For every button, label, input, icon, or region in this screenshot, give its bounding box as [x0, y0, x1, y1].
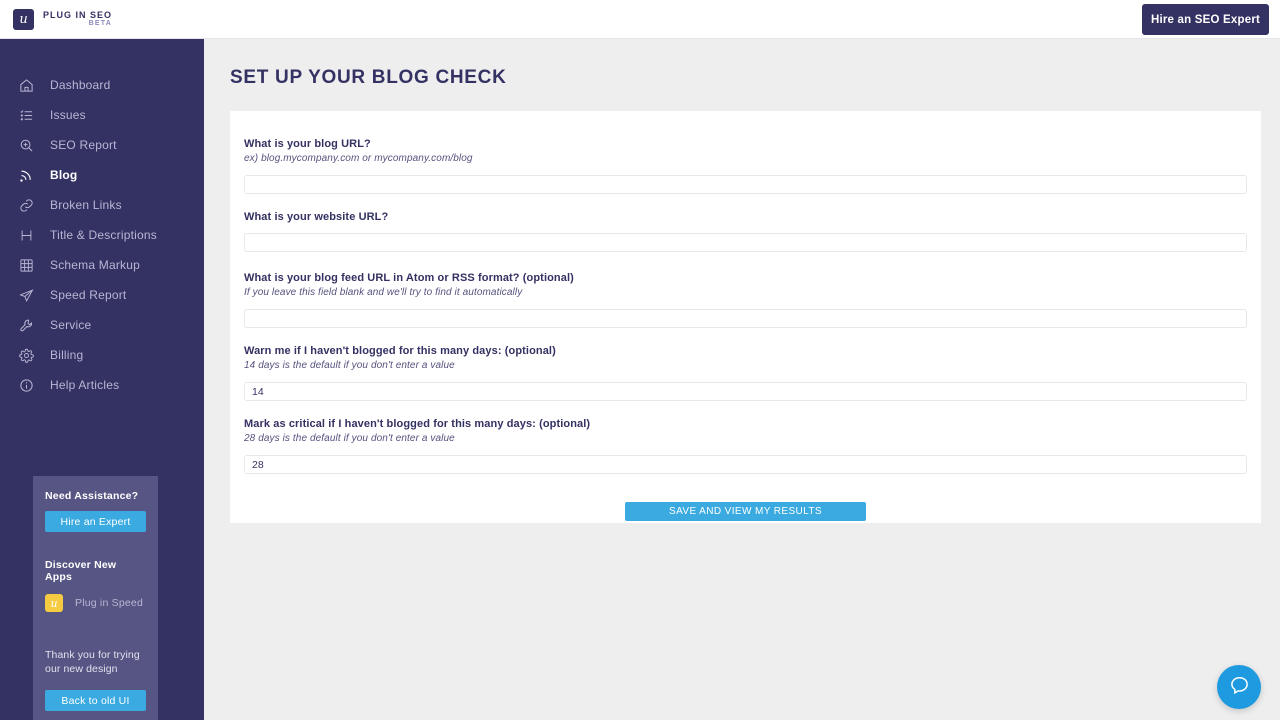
- field-blog-url: What is your blog URL? ex) blog.mycompan…: [244, 137, 1247, 194]
- sidebar-item-label: Schema Markup: [50, 258, 140, 272]
- blog-check-form: What is your blog URL? ex) blog.mycompan…: [230, 111, 1261, 521]
- sidebar-item-label: Dashboard: [50, 78, 111, 92]
- sidebar-item-label: Service: [50, 318, 92, 332]
- sidebar: Dashboard Issues SEO Report Blog Broken …: [0, 39, 204, 720]
- discover-apps-title: Discover New Apps: [45, 559, 117, 583]
- top-bar: u PLUG IN SEO BETA Hire an SEO Expert: [0, 0, 1280, 39]
- thanks-message: Thank you for trying our new design: [45, 649, 140, 675]
- field-feed-url: What is your blog feed URL in Atom or RS…: [244, 271, 1247, 328]
- sidebar-item-schema-markup[interactable]: Schema Markup: [0, 250, 204, 280]
- brand-beta-badge: BETA: [88, 20, 113, 27]
- field-hint: If you leave this field blank and we'll …: [244, 287, 523, 298]
- submit-row: SAVE AND VIEW MY RESULTS: [244, 501, 1247, 521]
- brand-logo[interactable]: u PLUG IN SEO BETA: [13, 8, 112, 30]
- field-label: Warn me if I haven't blogged for this ma…: [244, 345, 556, 357]
- hire-seo-expert-button[interactable]: Hire an SEO Expert: [1142, 4, 1269, 35]
- field-hint: 28 days is the default if you don't ente…: [244, 433, 455, 444]
- sidebar-item-label: Title & Descriptions: [50, 228, 157, 242]
- sidebar-item-service[interactable]: Service: [0, 310, 204, 340]
- brand-text: PLUG IN SEO BETA: [43, 10, 112, 28]
- sidebar-item-speed-report[interactable]: Speed Report: [0, 280, 204, 310]
- sidebar-item-label: Issues: [50, 108, 86, 122]
- blog-url-input[interactable]: [244, 175, 1247, 194]
- info-icon: [18, 377, 35, 394]
- app-item-plug-in-speed[interactable]: u Plug in Speed: [45, 594, 146, 612]
- sidebar-item-issues[interactable]: Issues: [0, 100, 204, 130]
- sidebar-item-dashboard[interactable]: Dashboard: [0, 70, 204, 100]
- hire-an-expert-button[interactable]: Hire an Expert: [45, 511, 146, 532]
- plug-in-speed-icon: u: [45, 594, 63, 612]
- sidebar-item-title-descriptions[interactable]: Title & Descriptions: [0, 220, 204, 250]
- website-url-input[interactable]: [244, 233, 1247, 252]
- sidebar-item-blog[interactable]: Blog: [0, 160, 204, 190]
- sidebar-item-billing[interactable]: Billing: [0, 340, 204, 370]
- assistance-title: Need Assistance?: [45, 490, 139, 502]
- search-plus-icon: [18, 137, 35, 154]
- field-hint: ex) blog.mycompany.com or mycompany.com/…: [244, 153, 473, 164]
- sidebar-item-label: Billing: [50, 348, 84, 362]
- sidebar-item-label: Blog: [50, 168, 78, 182]
- back-to-old-ui-button[interactable]: Back to old UI: [45, 690, 146, 711]
- main-content: SET UP YOUR BLOG CHECK What is your blog…: [204, 39, 1280, 720]
- link-icon: [18, 197, 35, 214]
- field-warn-days: Warn me if I haven't blogged for this ma…: [244, 344, 1247, 401]
- page-title: SET UP YOUR BLOG CHECK: [230, 67, 507, 88]
- field-label: What is your blog URL?: [244, 138, 371, 150]
- brand-mark-icon: u: [13, 8, 34, 30]
- sidebar-item-label: Help Articles: [50, 378, 120, 392]
- field-critical-days: Mark as critical if I haven't blogged fo…: [244, 417, 1247, 474]
- chat-bubble-icon: [1229, 675, 1250, 699]
- feed-url-input[interactable]: [244, 309, 1247, 328]
- field-website-url: What is your website URL?: [244, 210, 1247, 252]
- field-label: What is your website URL?: [244, 211, 389, 223]
- field-label: What is your blog feed URL in Atom or RS…: [244, 272, 574, 284]
- assistance-card: Need Assistance? Hire an Expert Discover…: [33, 476, 158, 720]
- sidebar-item-label: Speed Report: [50, 288, 127, 302]
- critical-days-input[interactable]: [244, 455, 1247, 474]
- sidebar-item-label: SEO Report: [50, 138, 117, 152]
- brand-name: PLUG IN SEO: [43, 10, 113, 20]
- sidebar-item-help-articles[interactable]: Help Articles: [0, 370, 204, 400]
- sidebar-item-label: Broken Links: [50, 198, 122, 212]
- home-icon: [18, 77, 35, 94]
- save-and-view-results-button[interactable]: SAVE AND VIEW MY RESULTS: [625, 502, 866, 521]
- field-label: Mark as critical if I haven't blogged fo…: [244, 418, 591, 430]
- blog-check-form-card: What is your blog URL? ex) blog.mycompan…: [230, 111, 1261, 523]
- sidebar-item-seo-report[interactable]: SEO Report: [0, 130, 204, 160]
- heading-icon: [18, 227, 35, 244]
- app-item-label: Plug in Speed: [75, 597, 143, 609]
- paper-plane-icon: [18, 287, 35, 304]
- warn-days-input[interactable]: [244, 382, 1247, 401]
- gear-icon: [18, 347, 35, 364]
- rss-icon: [18, 167, 35, 184]
- sidebar-item-broken-links[interactable]: Broken Links: [0, 190, 204, 220]
- grid-icon: [18, 257, 35, 274]
- chat-widget-button[interactable]: [1217, 665, 1261, 709]
- wrench-icon: [18, 317, 35, 334]
- list-icon: [18, 107, 35, 124]
- field-hint: 14 days is the default if you don't ente…: [244, 360, 455, 371]
